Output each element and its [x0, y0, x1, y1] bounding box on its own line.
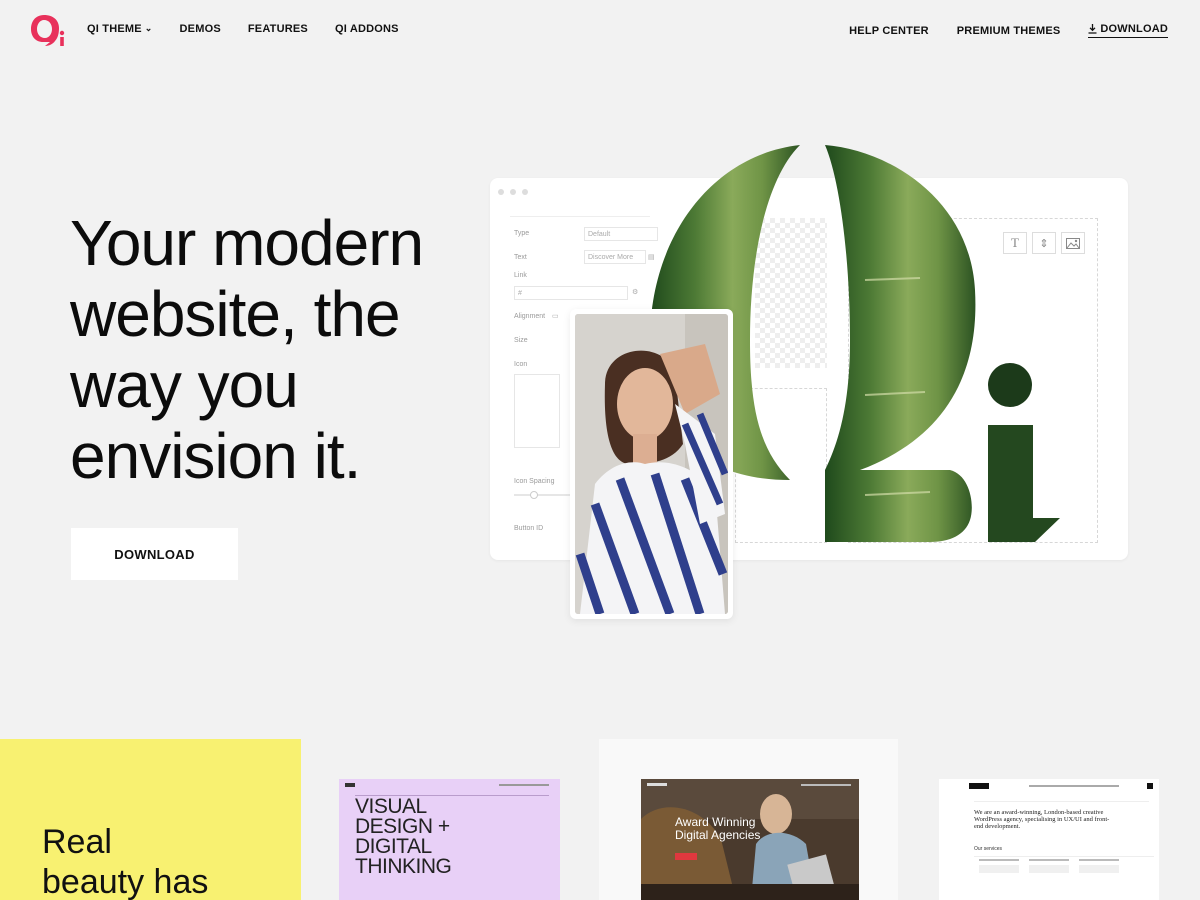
demo-thumbnail-visual-design[interactable]: VISUAL DESIGN + DIGITAL THINKING: [339, 779, 560, 900]
type-label: Type: [514, 230, 530, 237]
link-label: Link: [514, 272, 527, 279]
hero-download-button[interactable]: DOWNLOAD: [71, 528, 238, 580]
thumb-title: Award Winning Digital Agencies: [675, 815, 761, 842]
nav-features-label: FEATURES: [247, 23, 308, 35]
hero-title: Your modern website, the way you envisio…: [70, 207, 424, 492]
slider-handle[interactable]: [530, 491, 538, 499]
nav-help-center-label: HELP CENTER: [849, 24, 929, 37]
nav-qi-theme[interactable]: QI THEME ⌄: [87, 22, 153, 36]
type-select-value: Default: [588, 231, 611, 238]
divider: [510, 216, 650, 217]
text-label: Text: [514, 254, 527, 261]
portrait-photo: [575, 314, 728, 614]
primary-nav: QI THEME ⌄ DEMOS FEATURES QI ADDONS: [87, 22, 426, 36]
woman-portrait-image: [575, 314, 728, 614]
thumb-cta: [675, 853, 697, 860]
nav-qi-addons[interactable]: QI ADDONS: [335, 23, 399, 35]
nav-qi-theme-label: QI THEME: [87, 23, 142, 35]
demo-thumbnail-wordpress-agency[interactable]: We are an award-winning, London-based cr…: [939, 779, 1159, 900]
text-input[interactable]: Discover More: [584, 250, 646, 264]
size-label: Size: [514, 337, 528, 344]
nav-demos[interactable]: DEMOS: [180, 23, 221, 35]
nav-premium-themes-label: PREMIUM THEMES: [956, 24, 1061, 37]
nav-help-center[interactable]: HELP CENTER: [849, 23, 929, 38]
feature-heading-line-2: beauty: [42, 863, 145, 900]
monitor-icon: ▭: [552, 313, 559, 320]
link-input-value: #: [518, 290, 522, 297]
download-icon: [1088, 24, 1097, 34]
nav-qi-addons-label: QI ADDONS: [334, 23, 399, 35]
icon-picker[interactable]: [514, 374, 560, 448]
nav-features[interactable]: FEATURES: [248, 23, 308, 35]
icon-spacing-slider[interactable]: [514, 494, 574, 496]
gear-icon[interactable]: ⚙: [632, 288, 638, 296]
thumb-intro-text: We are an award-winning, London-based cr…: [974, 809, 1110, 830]
nav-download-label: DOWNLOAD: [1100, 23, 1168, 35]
thumb-title: VISUAL DESIGN + DIGITAL THINKING: [355, 795, 452, 878]
feature-heading-link[interactable]: has: [153, 863, 209, 900]
icon-spacing-label: Icon Spacing: [514, 478, 555, 485]
chevron-down-icon: ⌄: [144, 22, 153, 33]
text-input-value: Discover More: [588, 254, 634, 261]
nav-premium-themes[interactable]: PREMIUM THEMES: [957, 23, 1061, 38]
feature-heading: Real beauty has: [42, 822, 209, 900]
secondary-nav: HELP CENTER PREMIUM THEMES DOWNLOAD: [821, 23, 1168, 38]
photo-card: [570, 309, 733, 619]
nav-demos-label: DEMOS: [179, 23, 221, 35]
nav-download-link[interactable]: DOWNLOAD: [1088, 23, 1168, 38]
site-header: QI THEME ⌄ DEMOS FEATURES QI ADDONS HELP…: [0, 0, 1200, 60]
demo-thumbnail-agency[interactable]: Award Winning Digital Agencies: [641, 779, 859, 900]
link-input[interactable]: #: [514, 286, 628, 300]
qi-logo[interactable]: [30, 13, 66, 47]
window-dots: [498, 189, 528, 195]
thumb-services-label: Our services: [974, 846, 1003, 852]
icon-label: Icon: [514, 361, 528, 368]
alignment-label: Alignment: [514, 313, 546, 320]
button-id-label: Button ID: [514, 525, 544, 532]
feature-heading-line-1: Real: [42, 823, 112, 861]
